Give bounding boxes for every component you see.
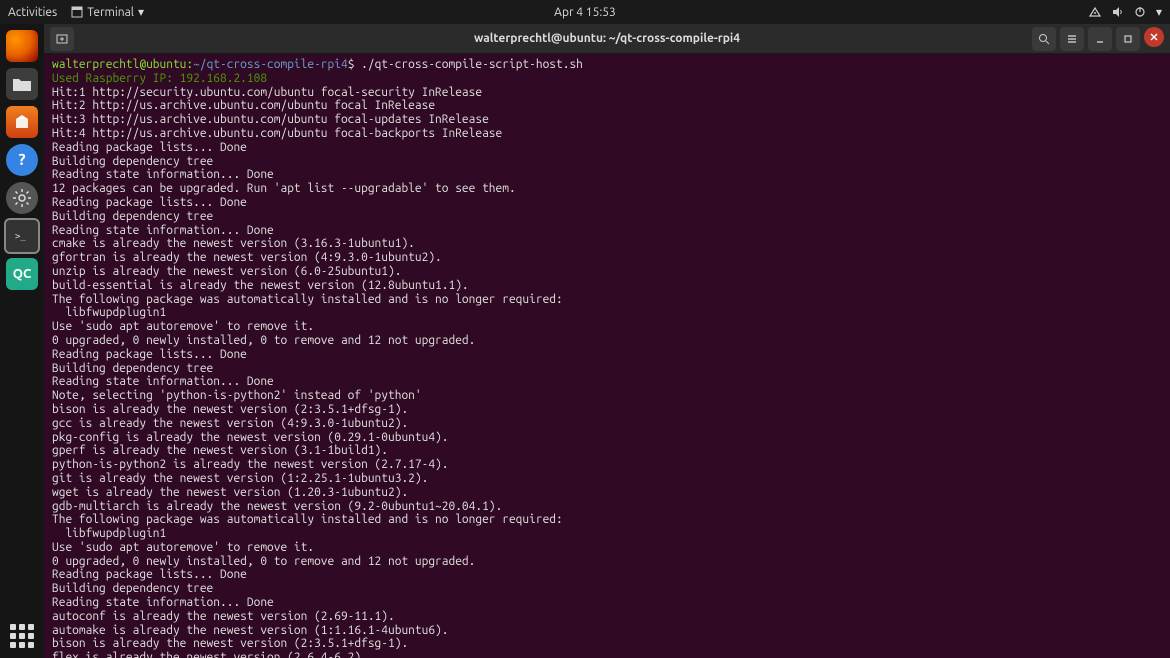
info-line: Used Raspberry IP: 192.168.2.108 bbox=[52, 72, 1162, 86]
power-icon[interactable] bbox=[1134, 6, 1146, 18]
prompt-line: walterprechtl@ubuntu:~/qt-cross-compile-… bbox=[52, 58, 1162, 72]
gnome-topbar: Activities Terminal ▾ Apr 4 15:53 ▾ bbox=[0, 0, 1170, 24]
output-line: gfortran is already the newest version (… bbox=[52, 251, 1162, 265]
output-line: The following package was automatically … bbox=[52, 293, 1162, 307]
output-line: Reading package lists... Done bbox=[52, 348, 1162, 362]
output-line: Use 'sudo apt autoremove' to remove it. bbox=[52, 320, 1162, 334]
dock-terminal[interactable]: >_ bbox=[6, 220, 38, 252]
window-title: walterprechtl@ubuntu: ~/qt-cross-compile… bbox=[474, 32, 740, 45]
output-line: cmake is already the newest version (3.1… bbox=[52, 237, 1162, 251]
output-line: Reading state information... Done bbox=[52, 168, 1162, 182]
close-button[interactable] bbox=[1144, 27, 1164, 47]
clock[interactable]: Apr 4 15:53 bbox=[554, 6, 616, 19]
output-line: 0 upgraded, 0 newly installed, 0 to remo… bbox=[52, 334, 1162, 348]
output-line: Reading state information... Done bbox=[52, 375, 1162, 389]
output-line: build-essential is already the newest ve… bbox=[52, 279, 1162, 293]
output-line: wget is already the newest version (1.20… bbox=[52, 486, 1162, 500]
output-line: automake is already the newest version (… bbox=[52, 624, 1162, 638]
dock-settings[interactable] bbox=[6, 182, 38, 214]
output-line: git is already the newest version (1:2.2… bbox=[52, 472, 1162, 486]
search-button[interactable] bbox=[1032, 27, 1056, 51]
output-line: Hit:2 http://us.archive.ubuntu.com/ubunt… bbox=[52, 99, 1162, 113]
dock-show-apps[interactable] bbox=[10, 624, 34, 648]
output-line: Reading state information... Done bbox=[52, 596, 1162, 610]
output-line: Building dependency tree bbox=[52, 155, 1162, 169]
output-line: libfwupdplugin1 bbox=[52, 527, 1162, 541]
terminal-app-label: Terminal bbox=[87, 6, 134, 19]
output-line: Building dependency tree bbox=[52, 582, 1162, 596]
output-line: Hit:4 http://us.archive.ubuntu.com/ubunt… bbox=[52, 127, 1162, 141]
output-line: Reading package lists... Done bbox=[52, 141, 1162, 155]
output-line: Note, selecting 'python-is-python2' inst… bbox=[52, 389, 1162, 403]
maximize-button[interactable] bbox=[1116, 27, 1140, 51]
activities-button[interactable]: Activities bbox=[8, 6, 57, 19]
volume-icon[interactable] bbox=[1112, 6, 1124, 18]
output-line: autoconf is already the newest version (… bbox=[52, 610, 1162, 624]
output-line: bison is already the newest version (2:3… bbox=[52, 403, 1162, 417]
output-line: python-is-python2 is already the newest … bbox=[52, 458, 1162, 472]
dock-files[interactable] bbox=[6, 68, 38, 100]
output-line: Use 'sudo apt autoremove' to remove it. bbox=[52, 541, 1162, 555]
output-line: libfwupdplugin1 bbox=[52, 306, 1162, 320]
dock-firefox[interactable] bbox=[6, 30, 38, 62]
output-line: Building dependency tree bbox=[52, 210, 1162, 224]
terminal-output[interactable]: walterprechtl@ubuntu:~/qt-cross-compile-… bbox=[44, 54, 1170, 658]
dock-software[interactable] bbox=[6, 106, 38, 138]
output-line: pkg-config is already the newest version… bbox=[52, 431, 1162, 445]
svg-text:>_: >_ bbox=[15, 232, 26, 242]
output-line: Building dependency tree bbox=[52, 362, 1162, 376]
terminal-menubar-icon bbox=[71, 6, 83, 18]
hamburger-menu-button[interactable] bbox=[1060, 27, 1084, 51]
output-line: Reading package lists... Done bbox=[52, 568, 1162, 582]
chevron-down-icon: ▾ bbox=[138, 5, 144, 19]
output-line: unzip is already the newest version (6.0… bbox=[52, 265, 1162, 279]
minimize-button[interactable] bbox=[1088, 27, 1112, 51]
output-line: Hit:3 http://us.archive.ubuntu.com/ubunt… bbox=[52, 113, 1162, 127]
output-line: 0 upgraded, 0 newly installed, 0 to remo… bbox=[52, 555, 1162, 569]
chevron-down-icon[interactable]: ▾ bbox=[1156, 5, 1162, 19]
terminal-window: walterprechtl@ubuntu: ~/qt-cross-compile… bbox=[44, 24, 1170, 658]
output-line: Hit:1 http://security.ubuntu.com/ubuntu … bbox=[52, 86, 1162, 100]
output-line: gdb-multiarch is already the newest vers… bbox=[52, 500, 1162, 514]
output-line: 12 packages can be upgraded. Run 'apt li… bbox=[52, 182, 1162, 196]
network-icon[interactable] bbox=[1088, 6, 1102, 18]
dock: ? >_ QC bbox=[0, 24, 44, 658]
new-tab-button[interactable] bbox=[50, 27, 74, 51]
dock-help[interactable]: ? bbox=[6, 144, 38, 176]
output-line: flex is already the newest version (2.6.… bbox=[52, 651, 1162, 658]
output-line: The following package was automatically … bbox=[52, 513, 1162, 527]
output-line: gperf is already the newest version (3.1… bbox=[52, 444, 1162, 458]
output-line: Reading package lists... Done bbox=[52, 196, 1162, 210]
window-titlebar: walterprechtl@ubuntu: ~/qt-cross-compile… bbox=[44, 24, 1170, 54]
dock-qtcreator[interactable]: QC bbox=[6, 258, 38, 290]
terminal-app-menu[interactable]: Terminal ▾ bbox=[71, 5, 144, 19]
output-line: bison is already the newest version (2:3… bbox=[52, 637, 1162, 651]
output-line: Reading state information... Done bbox=[52, 224, 1162, 238]
output-line: gcc is already the newest version (4:9.3… bbox=[52, 417, 1162, 431]
